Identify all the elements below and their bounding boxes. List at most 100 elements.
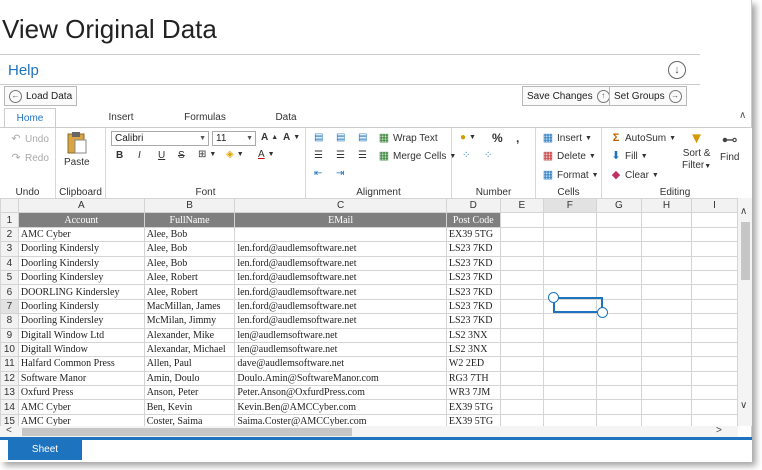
cell[interactable]: AMC Cyber: [17, 399, 145, 415]
row-header[interactable]: 8: [0, 313, 19, 329]
column-header-i[interactable]: I: [690, 198, 738, 214]
cell[interactable]: LS23 7KD: [445, 269, 501, 286]
cell[interactable]: Ben, Kevin: [143, 399, 236, 415]
borders-icon[interactable]: ⊞ ▼: [198, 149, 216, 160]
cell[interactable]: len@audlemsoftware.net: [234, 327, 447, 343]
cell[interactable]: [690, 356, 738, 372]
align-bottom-icon[interactable]: ▤: [358, 132, 367, 143]
cell[interactable]: [499, 341, 544, 358]
cell[interactable]: [640, 226, 692, 243]
cell[interactable]: Kevin.Ben@AMCCyber.com: [234, 399, 447, 415]
cell[interactable]: len.ford@audlemsoftware.net: [234, 255, 447, 271]
cell[interactable]: [499, 356, 544, 372]
row-header[interactable]: 2: [0, 226, 19, 243]
fill-color-icon[interactable]: ◈ ▼: [226, 149, 244, 160]
format-cells-button[interactable]: ▦ Format ▼: [542, 169, 599, 181]
cell[interactable]: McMilan, Jimmy: [143, 313, 236, 329]
align-middle-icon[interactable]: ▤: [336, 132, 345, 143]
cell[interactable]: [499, 284, 544, 300]
cell[interactable]: AMC Cyber: [17, 413, 145, 426]
fill-button[interactable]: ⬇ Fill ▼: [610, 150, 647, 162]
row-header[interactable]: 7: [0, 298, 19, 315]
cell[interactable]: AMC Cyber: [17, 226, 145, 243]
cell[interactable]: [499, 385, 544, 401]
cell[interactable]: Coster, Saima: [143, 413, 236, 426]
tab-formulas[interactable]: Formulas: [176, 108, 234, 128]
cell[interactable]: [542, 356, 597, 372]
header-cell[interactable]: Account: [17, 212, 145, 228]
cell[interactable]: LS23 7KD: [445, 241, 501, 257]
row-header[interactable]: 5: [0, 269, 19, 286]
tab-data[interactable]: Data: [264, 108, 308, 128]
cell[interactable]: len.ford@audlemsoftware.net: [234, 284, 447, 300]
row-header[interactable]: 3: [0, 241, 19, 257]
tab-insert[interactable]: Insert: [96, 108, 146, 128]
increase-indent-icon[interactable]: ⇥: [336, 168, 344, 179]
font-size-select[interactable]: 11 ▼: [212, 131, 256, 146]
row-header[interactable]: 12: [0, 370, 19, 387]
row-header[interactable]: 10: [0, 341, 19, 358]
cell[interactable]: LS23 7KD: [445, 284, 501, 300]
cell[interactable]: [640, 413, 692, 426]
font-color-icon[interactable]: A ▼: [258, 149, 275, 160]
cell[interactable]: [690, 226, 738, 243]
cell[interactable]: [690, 413, 738, 426]
shrink-font-icon[interactable]: A ▼: [283, 132, 300, 143]
collapse-ribbon-icon[interactable]: ∧: [739, 110, 746, 121]
scroll-down-icon[interactable]: ∨: [740, 400, 747, 411]
cell[interactable]: len@audlemsoftware.net: [234, 341, 447, 358]
column-header-d[interactable]: D: [445, 198, 501, 214]
cell[interactable]: W2 2ED: [445, 356, 501, 372]
header-cell[interactable]: [690, 212, 738, 228]
selected-shape[interactable]: [553, 297, 603, 313]
cell[interactable]: len.ford@audlemsoftware.net: [234, 313, 447, 329]
cell[interactable]: [640, 255, 692, 271]
cell[interactable]: [690, 385, 738, 401]
comma-icon[interactable]: ,: [516, 131, 519, 145]
find-button[interactable]: ⊷ Find: [720, 130, 739, 163]
cell[interactable]: [499, 269, 544, 286]
font-family-select[interactable]: Calibri ▼: [111, 131, 209, 146]
cell[interactable]: [640, 241, 692, 257]
cell[interactable]: Saima.Coster@AMCCyber.com: [234, 413, 447, 426]
download-icon[interactable]: ↓: [668, 61, 686, 79]
autosum-button[interactable]: Σ AutoSum ▼: [610, 132, 676, 144]
cell[interactable]: [595, 341, 642, 358]
cell[interactable]: [690, 241, 738, 257]
align-right-icon[interactable]: ☰: [358, 150, 367, 161]
cell[interactable]: [595, 255, 642, 271]
header-cell[interactable]: FullName: [143, 212, 236, 228]
cell[interactable]: Alee, Robert: [143, 284, 236, 300]
cell[interactable]: [595, 370, 642, 387]
cell[interactable]: [542, 385, 597, 401]
cell[interactable]: LS2 3NX: [445, 341, 501, 358]
cell[interactable]: [595, 413, 642, 426]
cell[interactable]: [595, 385, 642, 401]
cell[interactable]: Alexander, Mike: [143, 327, 236, 343]
cell[interactable]: Doorling Kindersley: [17, 269, 145, 286]
corner-cell[interactable]: [0, 198, 19, 214]
cell[interactable]: [595, 226, 642, 243]
sheet-tab[interactable]: Sheet: [8, 440, 82, 460]
cell[interactable]: [640, 399, 692, 415]
column-header-a[interactable]: A: [17, 198, 145, 214]
cell[interactable]: Alexandar, Michael: [143, 341, 236, 358]
column-header-b[interactable]: B: [143, 198, 236, 214]
cell[interactable]: [542, 413, 597, 426]
cell[interactable]: LS23 7KD: [445, 298, 501, 315]
cell[interactable]: [595, 269, 642, 286]
cell[interactable]: Doorling Kindersly: [17, 241, 145, 257]
cell[interactable]: Doorling Kindersly: [17, 298, 145, 315]
cell[interactable]: EX39 5TG: [445, 399, 501, 415]
cell[interactable]: len.ford@audlemsoftware.net: [234, 269, 447, 286]
percent-icon[interactable]: %: [492, 131, 503, 145]
cell[interactable]: [499, 370, 544, 387]
save-changes-button[interactable]: Save Changes ↑: [522, 86, 615, 106]
scroll-thumb[interactable]: [22, 428, 352, 436]
paste-button[interactable]: Paste: [64, 131, 90, 168]
column-header-e[interactable]: E: [499, 198, 544, 214]
cell[interactable]: len.ford@audlemsoftware.net: [234, 298, 447, 315]
cell[interactable]: [499, 298, 544, 315]
cell[interactable]: [542, 255, 597, 271]
row-header[interactable]: 14: [0, 399, 19, 415]
